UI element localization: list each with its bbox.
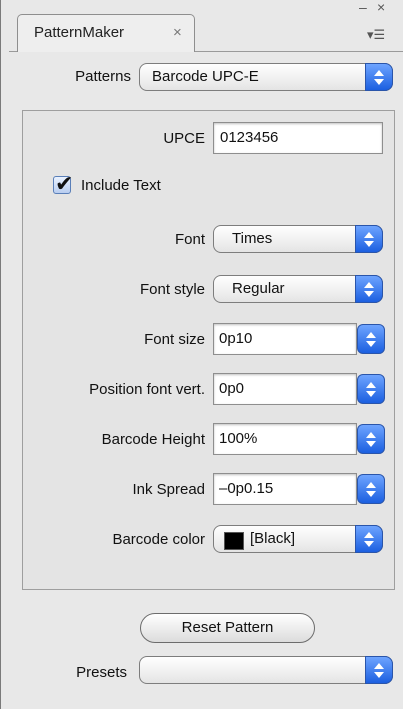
- position-font-vert-combo[interactable]: 0p0: [213, 373, 385, 405]
- updown-arrows-icon: [355, 225, 383, 253]
- tab-strip: PatternMaker × – × ▾☰: [9, 0, 403, 52]
- tab-patternmaker[interactable]: PatternMaker ×: [17, 14, 195, 52]
- updown-arrows-icon: [355, 525, 383, 553]
- close-icon[interactable]: ×: [377, 0, 385, 15]
- panel-right-edge: [403, 0, 409, 709]
- upce-value: 0123456: [220, 129, 279, 146]
- tab-title: PatternMaker: [34, 24, 125, 41]
- color-swatch: [224, 532, 244, 550]
- barcode-height-value: 100%: [219, 430, 258, 447]
- reset-pattern-button[interactable]: Reset Pattern: [140, 613, 315, 643]
- close-tab-icon[interactable]: ×: [173, 24, 182, 41]
- barcode-height-combo[interactable]: 100%: [213, 423, 385, 455]
- updown-arrows-icon[interactable]: [357, 474, 385, 504]
- patterns-label: Patterns: [75, 68, 131, 85]
- font-style-label: Font style: [139, 281, 205, 298]
- font-size-input[interactable]: 0p10: [213, 323, 357, 355]
- font-style-value: Regular: [232, 280, 285, 297]
- barcode-color-label: Barcode color: [112, 531, 205, 548]
- font-style-dropdown[interactable]: Regular: [213, 275, 383, 303]
- include-text-checkbox[interactable]: ✔: [53, 171, 73, 196]
- upce-label: UPCE: [163, 130, 205, 147]
- minimize-icon[interactable]: –: [359, 0, 367, 15]
- patterns-value: Barcode UPC-E: [152, 68, 259, 85]
- position-font-vert-value: 0p0: [219, 380, 245, 397]
- updown-arrows-icon: [365, 656, 393, 684]
- font-value: Times: [232, 230, 273, 247]
- updown-arrows-icon[interactable]: [357, 324, 385, 354]
- tab-divider-left: [9, 51, 17, 52]
- font-size-label: Font size: [144, 331, 205, 348]
- font-dropdown[interactable]: Times: [213, 225, 383, 253]
- updown-arrows-icon[interactable]: [357, 374, 385, 404]
- updown-arrows-icon: [365, 63, 393, 91]
- patterns-dropdown[interactable]: Barcode UPC-E: [139, 63, 393, 91]
- ink-spread-value: –0p0.15: [219, 480, 274, 497]
- barcode-color-value: [Black]: [250, 530, 296, 547]
- updown-arrows-icon: [355, 275, 383, 303]
- presets-dropdown[interactable]: [139, 656, 393, 684]
- barcode-height-label: Barcode Height: [101, 431, 205, 448]
- ink-spread-input[interactable]: –0p0.15: [213, 473, 357, 505]
- panel-menu-icon[interactable]: ▾☰: [367, 27, 385, 43]
- position-font-vert-label: Position font vert.: [89, 381, 205, 398]
- position-font-vert-input[interactable]: 0p0: [213, 373, 357, 405]
- checkmark-icon: ✔: [55, 171, 74, 196]
- presets-label: Presets: [76, 664, 127, 681]
- ink-spread-combo[interactable]: –0p0.15: [213, 473, 385, 505]
- tab-divider: [195, 51, 403, 52]
- upce-input[interactable]: 0123456: [213, 122, 383, 154]
- ink-spread-label: Ink Spread: [132, 481, 205, 498]
- barcode-color-dropdown[interactable]: [Black]: [213, 525, 383, 553]
- barcode-height-input[interactable]: 100%: [213, 423, 357, 455]
- font-size-value: 0p10: [219, 330, 253, 347]
- updown-arrows-icon[interactable]: [357, 424, 385, 454]
- patternmaker-panel: PatternMaker × – × ▾☰ Patterns Barcode U…: [0, 0, 409, 709]
- font-size-combo[interactable]: 0p10: [213, 323, 385, 355]
- include-text-label: Include Text: [81, 177, 161, 194]
- font-label: Font: [174, 231, 205, 248]
